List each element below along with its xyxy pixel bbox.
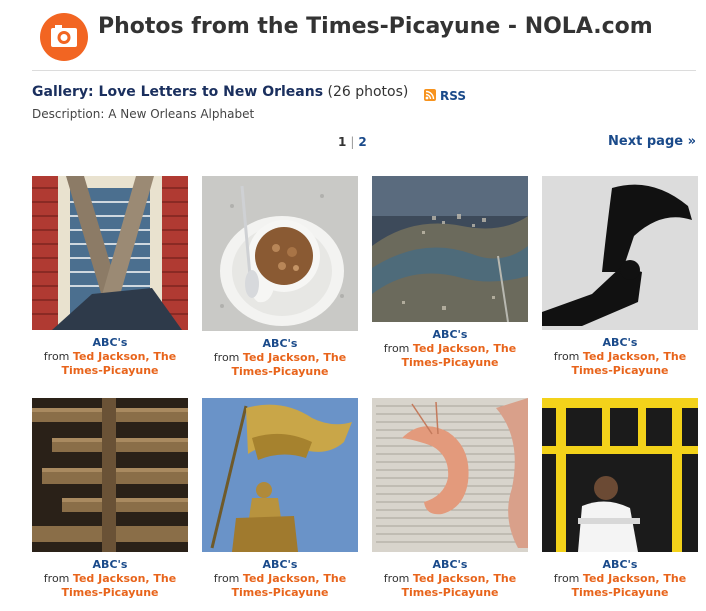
photo-author-link-line2[interactable]: Times-Picayune: [61, 364, 158, 377]
photo-title-link[interactable]: ABC's: [32, 558, 188, 572]
photo-caption: ABC's from Ted Jackson, The Times-Picayu…: [32, 336, 188, 378]
photo-tile: ABC's from Ted Jackson, The Times-Picayu…: [32, 176, 188, 378]
photo-author-link-line2[interactable]: Times-Picayune: [61, 586, 158, 599]
photo-from-label: from: [383, 572, 413, 585]
header-divider: [32, 70, 696, 71]
rss-link[interactable]: RSS: [424, 85, 466, 104]
photo-thumbnail[interactable]: [202, 176, 358, 331]
photo-author-link[interactable]: Ted Jackson, The: [413, 572, 516, 585]
photo-thumbnail[interactable]: [32, 398, 188, 552]
photo-author-link[interactable]: Ted Jackson, The: [243, 351, 346, 364]
photo-title-link[interactable]: ABC's: [372, 558, 528, 572]
photo-caption: ABC's from Ted Jackson, The Times-Picayu…: [372, 328, 528, 370]
photo-title-link[interactable]: ABC's: [202, 337, 358, 351]
photo-tile: ABC's from Ted Jackson, The Times-Picayu…: [372, 398, 528, 600]
photo-author-link-line2[interactable]: Times-Picayune: [571, 364, 668, 377]
photo-author-link[interactable]: Ted Jackson, The: [73, 572, 176, 585]
photo-author-link[interactable]: Ted Jackson, The: [583, 572, 686, 585]
gallery-name: Love Letters to New Orleans: [98, 84, 324, 100]
photo-title-link[interactable]: ABC's: [542, 558, 698, 572]
photo-count: (26 photos): [327, 84, 409, 100]
photo-author-link[interactable]: Ted Jackson, The: [73, 350, 176, 363]
next-page-link[interactable]: Next page »: [608, 134, 696, 149]
site-title: Photos from the Times-Picayune - NOLA.co…: [98, 14, 653, 39]
photo-title-link[interactable]: ABC's: [372, 328, 528, 342]
photo-author-link-line2[interactable]: Times-Picayune: [571, 586, 668, 599]
photo-caption: ABC's from Ted Jackson, The Times-Picayu…: [32, 558, 188, 600]
photo-author-link-line2[interactable]: Times-Picayune: [231, 365, 328, 378]
photo-author-link[interactable]: Ted Jackson, The: [413, 342, 516, 355]
photo-caption: ABC's from Ted Jackson, The Times-Picayu…: [372, 558, 528, 600]
gallery-description: Description: A New Orleans Alphabet: [32, 107, 255, 121]
photo-author-link[interactable]: Ted Jackson, The: [243, 572, 346, 585]
photo-from-label: from: [43, 572, 73, 585]
photo-from-label: from: [383, 342, 413, 355]
photo-tile: ABC's from Ted Jackson, The Times-Picayu…: [32, 398, 188, 600]
photo-caption: ABC's from Ted Jackson, The Times-Picayu…: [202, 558, 358, 600]
photo-thumbnail[interactable]: [372, 176, 528, 322]
gallery-title-link[interactable]: Gallery: Love Letters to New Orleans: [32, 84, 323, 100]
photo-title-link[interactable]: ABC's: [202, 558, 358, 572]
photo-tile: ABC's from Ted Jackson, The Times-Picayu…: [542, 398, 698, 600]
photo-from-label: from: [213, 572, 243, 585]
photo-thumbnail[interactable]: [542, 398, 698, 552]
photo-from-label: from: [553, 572, 583, 585]
photo-author-link-line2[interactable]: Times-Picayune: [401, 356, 498, 369]
photo-tile: ABC's from Ted Jackson, The Times-Picayu…: [542, 176, 698, 378]
pagination: 1 | 2: [338, 135, 367, 149]
photo-thumbnail[interactable]: [202, 398, 358, 552]
photo-tile: ABC's from Ted Jackson, The Times-Picayu…: [372, 176, 528, 370]
photo-from-label: from: [43, 350, 73, 363]
photo-author-link-line2[interactable]: Times-Picayune: [401, 586, 498, 599]
page-current: 1: [338, 135, 347, 149]
page-separator: |: [350, 135, 355, 149]
page-2-link[interactable]: 2: [358, 135, 366, 149]
photo-thumbnail[interactable]: [372, 398, 528, 552]
photo-author-link[interactable]: Ted Jackson, The: [583, 350, 686, 363]
photo-caption: ABC's from Ted Jackson, The Times-Picayu…: [542, 336, 698, 378]
photo-from-label: from: [213, 351, 243, 364]
gallery-heading: Gallery: Love Letters to New Orleans (26…: [32, 84, 408, 100]
photo-author-link-line2[interactable]: Times-Picayune: [231, 586, 328, 599]
camera-logo-icon[interactable]: [40, 13, 88, 61]
photo-tile: ABC's from Ted Jackson, The Times-Picayu…: [202, 176, 358, 379]
photo-thumbnail[interactable]: [32, 176, 188, 330]
photo-from-label: from: [553, 350, 583, 363]
photo-caption: ABC's from Ted Jackson, The Times-Picayu…: [542, 558, 698, 600]
photo-thumbnail[interactable]: [542, 176, 698, 330]
photo-caption: ABC's from Ted Jackson, The Times-Picayu…: [202, 337, 358, 379]
gallery-label: Gallery:: [32, 84, 99, 100]
rss-icon: [424, 89, 436, 101]
header: Photos from the Times-Picayune - NOLA.co…: [40, 10, 700, 62]
photo-title-link[interactable]: ABC's: [542, 336, 698, 350]
photo-tile: ABC's from Ted Jackson, The Times-Picayu…: [202, 398, 358, 600]
photo-title-link[interactable]: ABC's: [32, 336, 188, 350]
rss-label: RSS: [440, 89, 466, 103]
